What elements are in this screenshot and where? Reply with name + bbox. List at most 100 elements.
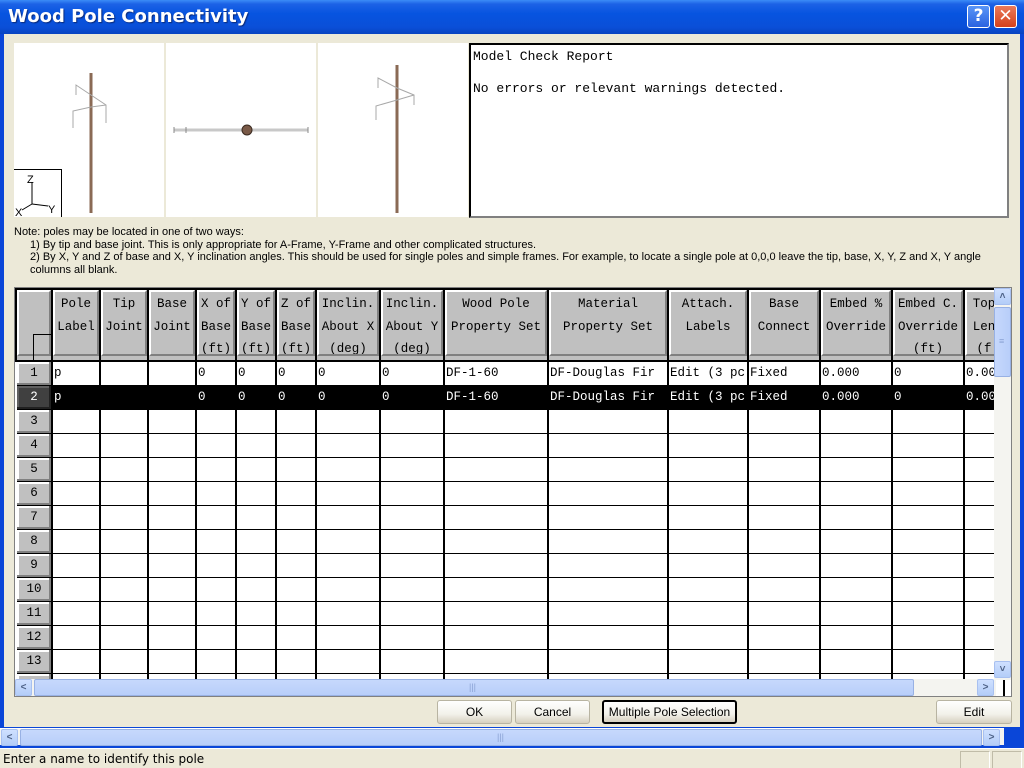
cell-embed-pct[interactable] [819,576,893,602]
cell-attach-labels[interactable] [667,432,749,458]
cell-x-base[interactable] [195,408,237,434]
table-row[interactable]: 13 [15,648,1005,674]
table-row[interactable]: 11 [15,600,1005,626]
cell-y-base[interactable] [235,504,277,530]
cell-embed-c[interactable] [891,648,965,674]
cell-material-set[interactable] [547,576,669,602]
cell-material-set[interactable] [547,528,669,554]
column-header-tip-joint[interactable]: Tip Joint [99,288,149,362]
cell-embed-pct[interactable] [819,480,893,506]
cell-inclin-x[interactable] [315,480,381,506]
vertical-scroll-thumb[interactable]: ≡ [994,307,1011,377]
cell-base-connect[interactable] [747,648,821,674]
cell-y-base[interactable] [235,552,277,578]
cell-pole-label[interactable] [51,456,101,482]
cell-x-base[interactable] [195,528,237,554]
cell-pole-label[interactable] [51,624,101,650]
column-header-base-joint[interactable]: Base Joint [147,288,197,362]
cell-material-set[interactable] [547,456,669,482]
cell-base-joint[interactable] [147,600,197,626]
cell-embed-pct[interactable] [819,432,893,458]
cell-base-joint[interactable] [147,432,197,458]
model-check-report[interactable]: Model Check Report No errors or relevant… [469,43,1009,218]
cell-pole-label[interactable] [51,552,101,578]
column-header-z-base[interactable]: Z of Base (ft) [275,288,317,362]
cell-y-base[interactable] [235,432,277,458]
cell-base-connect[interactable] [747,600,821,626]
cell-tip-joint[interactable] [99,624,149,650]
cell-y-base[interactable] [235,600,277,626]
cell-wood-pole-set[interactable] [443,432,549,458]
cell-z-base[interactable] [275,432,317,458]
cell-tip-joint[interactable] [99,504,149,530]
cell-material-set[interactable] [547,600,669,626]
cell-embed-c[interactable] [891,600,965,626]
table-row[interactable]: 4 [15,432,1005,458]
cell-base-joint[interactable] [147,552,197,578]
cell-attach-labels[interactable] [667,576,749,602]
table-row[interactable]: 9 [15,552,1005,578]
cell-inclin-x[interactable] [315,648,381,674]
cell-attach-labels[interactable] [667,648,749,674]
cell-inclin-y[interactable]: 0 [379,360,445,386]
cell-z-base[interactable] [275,648,317,674]
column-header-attach-labels[interactable]: Attach. Labels [667,288,749,362]
cell-y-base[interactable]: 0 [235,384,277,410]
cell-embed-c[interactable] [891,624,965,650]
cell-x-base[interactable] [195,480,237,506]
scroll-right-button[interactable]: > [977,679,994,696]
table-row[interactable]: 12 [15,624,1005,650]
cell-inclin-x[interactable]: 0 [315,384,381,410]
cell-base-joint[interactable] [147,360,197,386]
cell-inclin-y[interactable] [379,480,445,506]
cell-embed-c[interactable] [891,408,965,434]
main-horizontal-scrollbar[interactable]: < ||| > [0,728,1004,746]
grid-horizontal-scrollbar[interactable]: < ||| > [15,679,996,696]
cell-embed-c[interactable] [891,528,965,554]
cell-y-base[interactable] [235,648,277,674]
cell-x-base[interactable] [195,624,237,650]
cell-pole-label[interactable] [51,576,101,602]
cell-embed-pct[interactable] [819,408,893,434]
cell-inclin-y[interactable] [379,504,445,530]
cell-z-base[interactable] [275,480,317,506]
ok-button[interactable]: OK [437,700,512,724]
cell-embed-c[interactable] [891,576,965,602]
row-header[interactable]: 12 [15,624,53,650]
grid-vertical-scrollbar[interactable]: ˄ ≡ ˅ [994,288,1011,680]
cell-z-base[interactable] [275,408,317,434]
cell-y-base[interactable] [235,408,277,434]
cell-base-joint[interactable] [147,408,197,434]
cell-attach-labels[interactable]: Edit (3 pc [667,384,749,410]
cell-attach-labels[interactable] [667,480,749,506]
cell-inclin-y[interactable] [379,432,445,458]
cell-base-joint[interactable] [147,480,197,506]
cell-wood-pole-set[interactable] [443,624,549,650]
cell-tip-joint[interactable] [99,456,149,482]
cell-wood-pole-set[interactable] [443,576,549,602]
cell-wood-pole-set[interactable] [443,456,549,482]
grid-corner-header[interactable] [15,288,53,362]
cell-tip-joint[interactable] [99,384,149,410]
cell-inclin-x[interactable] [315,624,381,650]
cell-embed-pct[interactable] [819,504,893,530]
cell-base-connect[interactable] [747,576,821,602]
cell-tip-joint[interactable] [99,576,149,602]
cell-embed-c[interactable] [891,480,965,506]
horizontal-scroll-thumb[interactable]: ||| [34,679,914,696]
scroll-down-button[interactable]: ˅ [994,661,1011,678]
row-header[interactable]: 6 [15,480,53,506]
cell-material-set[interactable]: DF-Douglas Fir [547,384,669,410]
cell-embed-c[interactable] [891,504,965,530]
cell-embed-pct[interactable] [819,648,893,674]
column-header-y-base[interactable]: Y of Base (ft) [235,288,277,362]
cell-base-connect[interactable] [747,552,821,578]
cell-material-set[interactable] [547,648,669,674]
cell-inclin-y[interactable] [379,456,445,482]
cell-inclin-x[interactable] [315,600,381,626]
viewport-side-xz[interactable]: Z X Y [14,43,164,219]
cell-tip-joint[interactable] [99,600,149,626]
scroll-up-button[interactable]: ˄ [994,288,1011,305]
column-header-inclin-x[interactable]: Inclin. About X (deg) [315,288,381,362]
cell-attach-labels[interactable] [667,504,749,530]
